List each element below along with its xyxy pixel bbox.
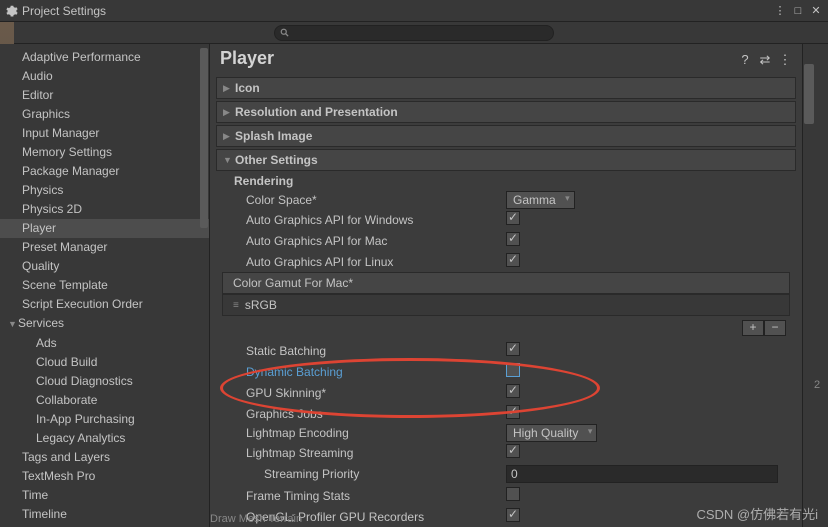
color-space-label: Color Space*	[246, 193, 506, 207]
sidebar-item-package-manager[interactable]: Package Manager	[0, 162, 209, 181]
sidebar-item-cloud-build[interactable]: Cloud Build	[0, 353, 209, 372]
row-auto-api-linux: Auto Graphics API for Linux	[216, 251, 796, 272]
static-batching-checkbox[interactable]	[506, 342, 520, 356]
sidebar-item-services[interactable]: ▼Services	[0, 314, 209, 334]
row-auto-api-mac: Auto Graphics API for Mac	[216, 230, 796, 251]
gamut-header: Color Gamut For Mac*	[222, 272, 790, 294]
sidebar-item-timeline[interactable]: Timeline	[0, 505, 209, 524]
sidebar-item-physics-2d[interactable]: Physics 2D	[0, 200, 209, 219]
sidebar-item-physics[interactable]: Physics	[0, 181, 209, 200]
drag-handle-icon[interactable]: ≡	[233, 300, 239, 311]
content: ▶Icon ▶Resolution and Presentation ▶Spla…	[210, 75, 802, 527]
main-scrollbar[interactable]	[802, 44, 814, 527]
color-space-dropdown[interactable]: Gamma	[506, 191, 575, 209]
window-close-icon[interactable]: ✕	[810, 5, 822, 17]
lightmap-encoding-dropdown[interactable]: High Quality	[506, 424, 597, 442]
row-frame-timing: Frame Timing Stats	[216, 485, 796, 506]
sidebar-item-memory-settings[interactable]: Memory Settings	[0, 143, 209, 162]
sidebar-item-time[interactable]: Time	[0, 486, 209, 505]
chevron-right-icon: ▶	[223, 83, 235, 94]
chevron-right-icon: ▶	[223, 131, 235, 142]
sidebar-item-player[interactable]: Player	[0, 219, 209, 238]
section-resolution[interactable]: ▶Resolution and Presentation	[216, 101, 796, 123]
streaming-priority-input[interactable]: 0	[506, 465, 778, 483]
sidebar-item-in-app-purchasing[interactable]: In-App Purchasing	[0, 410, 209, 429]
row-lightmap-encoding: Lightmap Encoding High Quality	[216, 424, 796, 442]
row-dynamic-batching: Dynamic Batching	[216, 361, 796, 382]
dynamic-batching-label[interactable]: Dynamic Batching	[246, 365, 506, 379]
dynamic-batching-checkbox[interactable]	[506, 363, 520, 377]
sidebar-item-preset-manager[interactable]: Preset Manager	[0, 238, 209, 257]
watermark: CSDN @仿佛若有光i	[696, 504, 818, 523]
rendering-header: Rendering	[216, 171, 796, 191]
main-panel: Player ? ⇄ ⋮ ▶Icon ▶Resolution and Prese…	[210, 44, 802, 527]
section-icon[interactable]: ▶Icon	[216, 77, 796, 99]
row-lightmap-streaming: Lightmap Streaming	[216, 442, 796, 463]
right-edge: 2	[814, 44, 828, 527]
row-streaming-priority: Streaming Priority 0	[216, 463, 796, 485]
frame-timing-checkbox[interactable]	[506, 487, 520, 501]
add-gamut-button[interactable]: +	[742, 320, 764, 336]
sidebar-item-textmesh-pro[interactable]: TextMesh Pro	[0, 467, 209, 486]
window-menu-icon[interactable]: ⋮	[774, 5, 786, 17]
opengl-profiler-checkbox[interactable]	[506, 508, 520, 522]
sidebar-item-editor[interactable]: Editor	[0, 86, 209, 105]
chevron-down-icon: ▼	[223, 155, 235, 165]
sidebar-scrollbar[interactable]	[199, 44, 209, 527]
sidebar-item-graphics[interactable]: Graphics	[0, 105, 209, 124]
sidebar: Adaptive Performance Audio Editor Graphi…	[0, 44, 210, 527]
row-color-space: Color Space* Gamma	[216, 191, 796, 209]
chevron-right-icon: ▶	[223, 107, 235, 118]
window-maximize-icon[interactable]: □	[792, 5, 804, 17]
remove-gamut-button[interactable]: −	[764, 320, 786, 336]
row-static-batching: Static Batching	[216, 340, 796, 361]
graphics-jobs-checkbox[interactable]	[506, 405, 520, 419]
section-splash[interactable]: ▶Splash Image	[216, 125, 796, 147]
sidebar-item-script-execution-order[interactable]: Script Execution Order	[0, 295, 209, 314]
sidebar-item-tags-layers[interactable]: Tags and Layers	[0, 448, 209, 467]
auto-api-linux-checkbox[interactable]	[506, 253, 520, 267]
titlebar: Project Settings ⋮ □ ✕	[0, 0, 828, 22]
gear-icon	[6, 5, 18, 17]
sidebar-item-ads[interactable]: Ads	[0, 334, 209, 353]
search-icon	[280, 27, 290, 37]
auto-api-windows-checkbox[interactable]	[506, 211, 520, 225]
search-input[interactable]	[274, 25, 554, 41]
row-gpu-skinning: GPU Skinning*	[216, 382, 796, 403]
gpu-skinning-checkbox[interactable]	[506, 384, 520, 398]
settings-icon[interactable]: ⇄	[758, 52, 772, 66]
help-icon[interactable]: ?	[738, 52, 752, 66]
section-other[interactable]: ▼Other Settings	[216, 149, 796, 171]
row-auto-api-windows: Auto Graphics API for Windows	[216, 209, 796, 230]
row-graphics-jobs: Graphics Jobs	[216, 403, 796, 424]
sidebar-item-collaborate[interactable]: Collaborate	[0, 391, 209, 410]
lightmap-streaming-checkbox[interactable]	[506, 444, 520, 458]
sidebar-item-scene-template[interactable]: Scene Template	[0, 276, 209, 295]
sidebar-item-audio[interactable]: Audio	[0, 67, 209, 86]
window-title: Project Settings	[22, 4, 774, 18]
sidebar-item-legacy-analytics[interactable]: Legacy Analytics	[0, 429, 209, 448]
menu-icon[interactable]: ⋮	[778, 52, 792, 66]
page-title: Player	[220, 48, 732, 69]
gamut-item-srgb[interactable]: ≡sRGB	[222, 294, 790, 316]
chevron-down-icon: ▼	[8, 317, 18, 332]
bottom-text: Draw Mesh Terrain	[210, 513, 302, 525]
sidebar-item-input-manager[interactable]: Input Manager	[0, 124, 209, 143]
sidebar-item-adaptive-performance[interactable]: Adaptive Performance	[0, 48, 209, 67]
searchbar	[0, 22, 828, 44]
sidebar-item-quality[interactable]: Quality	[0, 257, 209, 276]
auto-api-mac-checkbox[interactable]	[506, 232, 520, 246]
sidebar-item-cloud-diagnostics[interactable]: Cloud Diagnostics	[0, 372, 209, 391]
